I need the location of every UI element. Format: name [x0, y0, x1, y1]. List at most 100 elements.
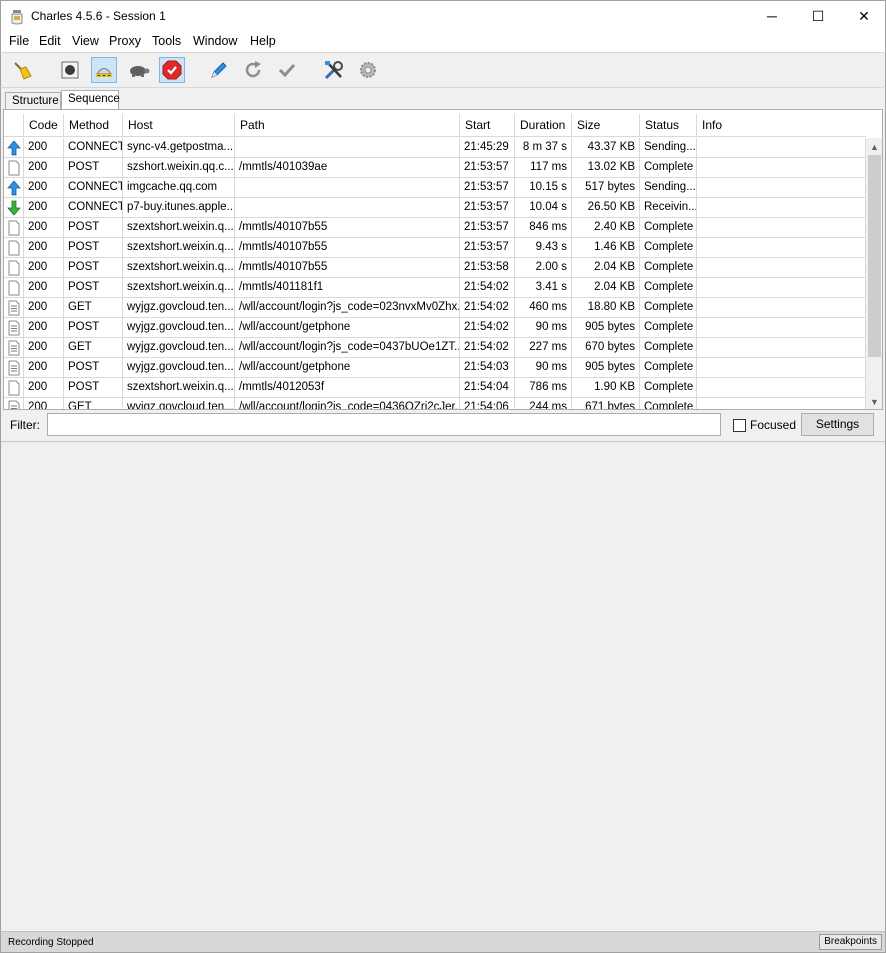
tools-button[interactable]	[321, 57, 347, 83]
cell-status: Complete	[640, 358, 697, 378]
cell-method: POST	[64, 318, 123, 338]
table-row[interactable]: 200 POST szextshort.weixin.q.../mmtls/4010…	[4, 258, 866, 278]
cell-status: Receivin...	[640, 198, 697, 218]
column-header-info[interactable]: Info	[697, 114, 866, 137]
blank-document-icon	[4, 258, 24, 278]
breakpoints-toggle-button[interactable]	[159, 57, 185, 83]
cell-start: 21:53:57	[460, 178, 515, 198]
record-icon	[61, 61, 79, 79]
repeat-button[interactable]	[240, 57, 266, 83]
column-header-method[interactable]: Method	[64, 114, 123, 137]
table-row[interactable]: 200 POST szextshort.weixin.q.../mmtls/4011…	[4, 278, 866, 298]
table-row[interactable]: 200 POST wyjgz.govcloud.ten.../wll/account…	[4, 358, 866, 378]
settings-button[interactable]	[355, 57, 381, 83]
cell-start: 21:54:02	[460, 338, 515, 358]
cell-size: 517 bytes	[572, 178, 640, 198]
minimize-button[interactable]: ─	[749, 1, 795, 31]
cell-path	[235, 138, 460, 158]
cell-duration: 786 ms	[515, 378, 572, 398]
cell-start: 21:45:29	[460, 138, 515, 158]
table-scrollbar[interactable]: ▲ ▼	[866, 138, 882, 409]
table-row[interactable]: 200 POST szshort.weixin.qq.c.../mmtls/4010…	[4, 158, 866, 178]
cell-method: POST	[64, 258, 123, 278]
column-header-path[interactable]: Path	[235, 114, 460, 137]
cell-info	[697, 338, 866, 358]
cell-host: szextshort.weixin.q...	[123, 278, 235, 298]
column-header-duration[interactable]: Duration	[515, 114, 572, 137]
cell-host: szshort.weixin.qq.c...	[123, 158, 235, 178]
table-row[interactable]: 200 POST szextshort.weixin.q.../mmtls/4010…	[4, 218, 866, 238]
maximize-button[interactable]: ☐	[795, 1, 841, 31]
table-row[interactable]: 200 GET wyjgz.govcloud.ten.../wll/account/…	[4, 398, 866, 409]
menu-proxy[interactable]: Proxy	[109, 34, 141, 48]
cell-size: 2.04 KB	[572, 278, 640, 298]
column-header-start[interactable]: Start	[460, 114, 515, 137]
clear-session-button[interactable]	[9, 57, 35, 83]
cell-duration: 227 ms	[515, 338, 572, 358]
table-row[interactable]: 200 CONNECT p7-buy.itunes.apple... 21:53:57…	[4, 198, 866, 218]
column-header-code[interactable]: Code	[24, 114, 64, 137]
scrollbar-thumb[interactable]	[868, 155, 881, 357]
cell-code: 200	[24, 318, 64, 338]
scroll-up-icon[interactable]: ▲	[866, 138, 882, 155]
cell-size: 18.80 KB	[572, 298, 640, 318]
throttle-button[interactable]	[91, 57, 117, 83]
cell-code: 200	[24, 138, 64, 158]
cell-path: /mmtls/40107b55	[235, 258, 460, 278]
breakpoints-button[interactable]: Breakpoints	[819, 934, 882, 950]
cell-duration: 10.04 s	[515, 198, 572, 218]
charles-jar-icon	[11, 10, 23, 25]
cell-code: 200	[24, 278, 64, 298]
focused-label[interactable]: Focused	[750, 418, 796, 432]
cell-path: /mmtls/401181f1	[235, 278, 460, 298]
close-button[interactable]: ✕	[841, 1, 886, 31]
table-row[interactable]: 200 GET wyjgz.govcloud.ten.../wll/account/…	[4, 298, 866, 318]
column-header-status[interactable]: Status	[640, 114, 697, 137]
cell-path	[235, 198, 460, 218]
menu-file[interactable]: File	[9, 34, 29, 48]
repeat-icon	[245, 61, 261, 78]
cell-status: Complete	[640, 318, 697, 338]
cell-host: wyjgz.govcloud.ten...	[123, 398, 235, 409]
table-row[interactable]: 200 CONNECT sync-v4.getpostma... 21:45:29 8 …	[4, 138, 866, 158]
filter-label: Filter:	[10, 418, 40, 432]
menu-edit[interactable]: Edit	[39, 34, 61, 48]
cell-host: wyjgz.govcloud.ten...	[123, 318, 235, 338]
cell-method: CONNECT	[64, 178, 123, 198]
scroll-down-icon[interactable]: ▼	[866, 393, 882, 409]
record-button[interactable]	[57, 57, 83, 83]
cell-path: /wll/account/login?js_code=0436OZri2cJer…	[235, 398, 460, 409]
column-header-icon[interactable]	[4, 114, 24, 137]
settings-gear-icon	[360, 62, 376, 78]
validate-button[interactable]	[274, 57, 300, 83]
cell-host: p7-buy.itunes.apple...	[123, 198, 235, 218]
compose-button[interactable]	[205, 57, 231, 83]
menu-tools[interactable]: Tools	[152, 34, 181, 48]
table-row[interactable]: 200 POST szextshort.weixin.q.../mmtls/4012…	[4, 378, 866, 398]
table-row[interactable]: 200 POST szextshort.weixin.q.../mmtls/4010…	[4, 238, 866, 258]
cell-status: Complete	[640, 238, 697, 258]
table-row[interactable]: 200 GET wyjgz.govcloud.ten.../wll/account/…	[4, 338, 866, 358]
cell-info	[697, 398, 866, 409]
cell-path: /mmtls/4012053f	[235, 378, 460, 398]
menu-window[interactable]: Window	[193, 34, 237, 48]
cell-code: 200	[24, 258, 64, 278]
filter-settings-button[interactable]: Settings	[801, 413, 874, 436]
menu-help[interactable]: Help	[250, 34, 276, 48]
turtle-button[interactable]	[125, 57, 151, 83]
table-row[interactable]: 200 CONNECT imgcache.qq.com 21:53:57 10.15 s…	[4, 178, 866, 198]
cell-code: 200	[24, 178, 64, 198]
focused-checkbox[interactable]	[733, 419, 746, 432]
filter-input[interactable]	[47, 413, 721, 436]
cell-code: 200	[24, 218, 64, 238]
cell-duration: 90 ms	[515, 318, 572, 338]
menu-view[interactable]: View	[72, 34, 99, 48]
column-header-host[interactable]: Host	[123, 114, 235, 137]
column-header-size[interactable]: Size	[572, 114, 640, 137]
detail-pane	[1, 445, 885, 931]
cell-size: 1.90 KB	[572, 378, 640, 398]
cell-path: /wll/account/login?js_code=023nvxMv0Zhx.…	[235, 298, 460, 318]
table-row[interactable]: 200 POST wyjgz.govcloud.ten.../wll/account…	[4, 318, 866, 338]
cell-method: POST	[64, 238, 123, 258]
cell-start: 21:54:04	[460, 378, 515, 398]
